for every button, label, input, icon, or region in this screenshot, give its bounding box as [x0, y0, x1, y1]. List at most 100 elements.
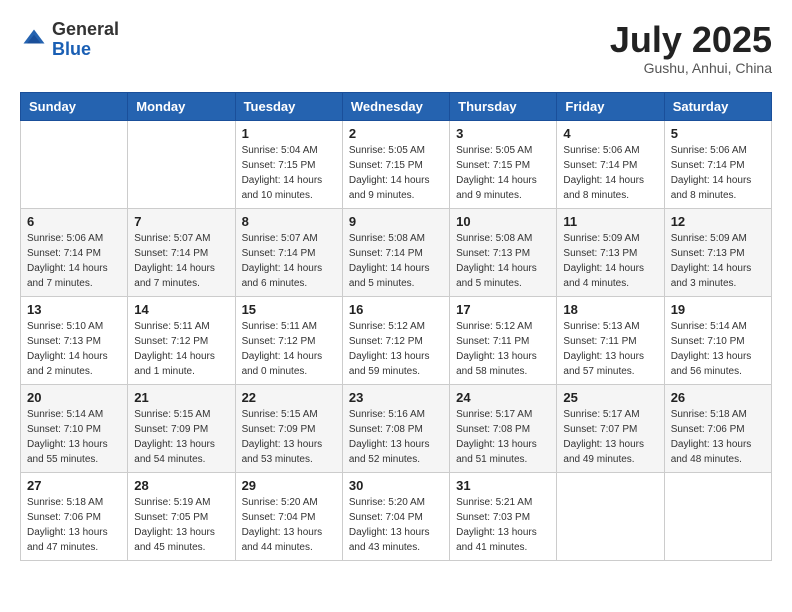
day-info: Sunrise: 5:07 AM Sunset: 7:14 PM Dayligh…	[134, 231, 228, 291]
calendar-cell: 9 Sunrise: 5:08 AM Sunset: 7:14 PM Daylig…	[342, 208, 449, 296]
day-number: 14	[134, 302, 228, 317]
day-info: Sunrise: 5:17 AM Sunset: 7:08 PM Dayligh…	[456, 407, 550, 467]
weekday-header: Friday	[557, 92, 664, 120]
day-info: Sunrise: 5:05 AM Sunset: 7:15 PM Dayligh…	[456, 143, 550, 203]
calendar-table: SundayMondayTuesdayWednesdayThursdayFrid…	[20, 92, 772, 561]
calendar-cell: 4Sunrise: 5:06 AM Sunset: 7:14 PM Daylig…	[557, 120, 664, 208]
day-info: Sunrise: 5:11 AM Sunset: 7:12 PM Dayligh…	[242, 319, 336, 379]
calendar-cell: 6 Sunrise: 5:06 AM Sunset: 7:14 PM Daylig…	[21, 208, 128, 296]
day-number: 23	[349, 390, 443, 405]
day-info: Sunrise: 5:19 AM Sunset: 7:05 PM Dayligh…	[134, 495, 228, 555]
day-number: 25	[563, 390, 657, 405]
calendar-week-row: 6 Sunrise: 5:06 AM Sunset: 7:14 PM Daylig…	[21, 208, 772, 296]
day-number: 1	[242, 126, 336, 141]
logo-text: General Blue	[52, 20, 119, 60]
calendar-cell: 2 Sunrise: 5:05 AM Sunset: 7:15 PM Daylig…	[342, 120, 449, 208]
day-number: 10	[456, 214, 550, 229]
weekday-header: Monday	[128, 92, 235, 120]
day-number: 28	[134, 478, 228, 493]
calendar-cell	[128, 120, 235, 208]
day-number: 7	[134, 214, 228, 229]
day-number: 17	[456, 302, 550, 317]
day-info: Sunrise: 5:14 AM Sunset: 7:10 PM Dayligh…	[27, 407, 121, 467]
day-info: Sunrise: 5:18 AM Sunset: 7:06 PM Dayligh…	[671, 407, 765, 467]
day-info: Sunrise: 5:08 AM Sunset: 7:14 PM Dayligh…	[349, 231, 443, 291]
calendar-cell: 19Sunrise: 5:14 AM Sunset: 7:10 PM Dayli…	[664, 296, 771, 384]
calendar-cell: 5 Sunrise: 5:06 AM Sunset: 7:14 PM Daylig…	[664, 120, 771, 208]
title-block: July 2025 Gushu, Anhui, China	[610, 20, 772, 76]
calendar-cell: 27Sunrise: 5:18 AM Sunset: 7:06 PM Dayli…	[21, 472, 128, 560]
day-number: 4	[563, 126, 657, 141]
day-number: 9	[349, 214, 443, 229]
day-info: Sunrise: 5:12 AM Sunset: 7:12 PM Dayligh…	[349, 319, 443, 379]
calendar-cell: 15 Sunrise: 5:11 AM Sunset: 7:12 PM Dayli…	[235, 296, 342, 384]
calendar-cell: 31 Sunrise: 5:21 AM Sunset: 7:03 PM Dayli…	[450, 472, 557, 560]
day-number: 5	[671, 126, 765, 141]
day-info: Sunrise: 5:04 AM Sunset: 7:15 PM Dayligh…	[242, 143, 336, 203]
calendar-week-row: 20 Sunrise: 5:14 AM Sunset: 7:10 PM Dayli…	[21, 384, 772, 472]
calendar-cell: 18Sunrise: 5:13 AM Sunset: 7:11 PM Dayli…	[557, 296, 664, 384]
calendar-cell: 25 Sunrise: 5:17 AM Sunset: 7:07 PM Dayli…	[557, 384, 664, 472]
day-info: Sunrise: 5:14 AM Sunset: 7:10 PM Dayligh…	[671, 319, 765, 379]
calendar-cell	[557, 472, 664, 560]
day-number: 2	[349, 126, 443, 141]
day-info: Sunrise: 5:06 AM Sunset: 7:14 PM Dayligh…	[671, 143, 765, 203]
calendar-cell	[664, 472, 771, 560]
day-number: 11	[563, 214, 657, 229]
day-info: Sunrise: 5:17 AM Sunset: 7:07 PM Dayligh…	[563, 407, 657, 467]
calendar-cell: 21Sunrise: 5:15 AM Sunset: 7:09 PM Dayli…	[128, 384, 235, 472]
day-number: 30	[349, 478, 443, 493]
day-info: Sunrise: 5:09 AM Sunset: 7:13 PM Dayligh…	[563, 231, 657, 291]
day-info: Sunrise: 5:20 AM Sunset: 7:04 PM Dayligh…	[349, 495, 443, 555]
day-info: Sunrise: 5:15 AM Sunset: 7:09 PM Dayligh…	[242, 407, 336, 467]
calendar-cell: 17 Sunrise: 5:12 AM Sunset: 7:11 PM Dayli…	[450, 296, 557, 384]
calendar-cell: 22 Sunrise: 5:15 AM Sunset: 7:09 PM Dayli…	[235, 384, 342, 472]
day-number: 29	[242, 478, 336, 493]
day-info: Sunrise: 5:12 AM Sunset: 7:11 PM Dayligh…	[456, 319, 550, 379]
calendar-cell: 13 Sunrise: 5:10 AM Sunset: 7:13 PM Dayli…	[21, 296, 128, 384]
day-number: 18	[563, 302, 657, 317]
location-subtitle: Gushu, Anhui, China	[610, 60, 772, 76]
day-number: 13	[27, 302, 121, 317]
day-number: 31	[456, 478, 550, 493]
calendar-cell: 11 Sunrise: 5:09 AM Sunset: 7:13 PM Dayli…	[557, 208, 664, 296]
calendar-cell: 10 Sunrise: 5:08 AM Sunset: 7:13 PM Dayli…	[450, 208, 557, 296]
day-number: 21	[134, 390, 228, 405]
day-number: 8	[242, 214, 336, 229]
logo: General Blue	[20, 20, 119, 60]
day-info: Sunrise: 5:05 AM Sunset: 7:15 PM Dayligh…	[349, 143, 443, 203]
calendar-cell: 20 Sunrise: 5:14 AM Sunset: 7:10 PM Dayli…	[21, 384, 128, 472]
calendar-cell	[21, 120, 128, 208]
day-number: 15	[242, 302, 336, 317]
calendar-cell: 8Sunrise: 5:07 AM Sunset: 7:14 PM Daylig…	[235, 208, 342, 296]
day-info: Sunrise: 5:09 AM Sunset: 7:13 PM Dayligh…	[671, 231, 765, 291]
day-info: Sunrise: 5:06 AM Sunset: 7:14 PM Dayligh…	[27, 231, 121, 291]
page-header: General Blue July 2025 Gushu, Anhui, Chi…	[20, 20, 772, 76]
day-number: 26	[671, 390, 765, 405]
day-number: 3	[456, 126, 550, 141]
day-number: 6	[27, 214, 121, 229]
day-info: Sunrise: 5:21 AM Sunset: 7:03 PM Dayligh…	[456, 495, 550, 555]
calendar-cell: 23Sunrise: 5:16 AM Sunset: 7:08 PM Dayli…	[342, 384, 449, 472]
day-info: Sunrise: 5:20 AM Sunset: 7:04 PM Dayligh…	[242, 495, 336, 555]
calendar-cell: 1 Sunrise: 5:04 AM Sunset: 7:15 PM Daylig…	[235, 120, 342, 208]
day-info: Sunrise: 5:08 AM Sunset: 7:13 PM Dayligh…	[456, 231, 550, 291]
calendar-week-row: 13 Sunrise: 5:10 AM Sunset: 7:13 PM Dayli…	[21, 296, 772, 384]
calendar-cell: 3 Sunrise: 5:05 AM Sunset: 7:15 PM Daylig…	[450, 120, 557, 208]
day-number: 20	[27, 390, 121, 405]
calendar-cell: 30 Sunrise: 5:20 AM Sunset: 7:04 PM Dayli…	[342, 472, 449, 560]
day-info: Sunrise: 5:10 AM Sunset: 7:13 PM Dayligh…	[27, 319, 121, 379]
calendar-week-row: 1 Sunrise: 5:04 AM Sunset: 7:15 PM Daylig…	[21, 120, 772, 208]
weekday-header: Saturday	[664, 92, 771, 120]
calendar-week-row: 27Sunrise: 5:18 AM Sunset: 7:06 PM Dayli…	[21, 472, 772, 560]
day-number: 22	[242, 390, 336, 405]
calendar-cell: 14 Sunrise: 5:11 AM Sunset: 7:12 PM Dayli…	[128, 296, 235, 384]
day-info: Sunrise: 5:11 AM Sunset: 7:12 PM Dayligh…	[134, 319, 228, 379]
month-title: July 2025	[610, 20, 772, 60]
day-number: 12	[671, 214, 765, 229]
calendar-cell: 16Sunrise: 5:12 AM Sunset: 7:12 PM Dayli…	[342, 296, 449, 384]
calendar-cell: 29 Sunrise: 5:20 AM Sunset: 7:04 PM Dayli…	[235, 472, 342, 560]
calendar-cell: 26 Sunrise: 5:18 AM Sunset: 7:06 PM Dayli…	[664, 384, 771, 472]
weekday-header: Wednesday	[342, 92, 449, 120]
weekday-header: Thursday	[450, 92, 557, 120]
